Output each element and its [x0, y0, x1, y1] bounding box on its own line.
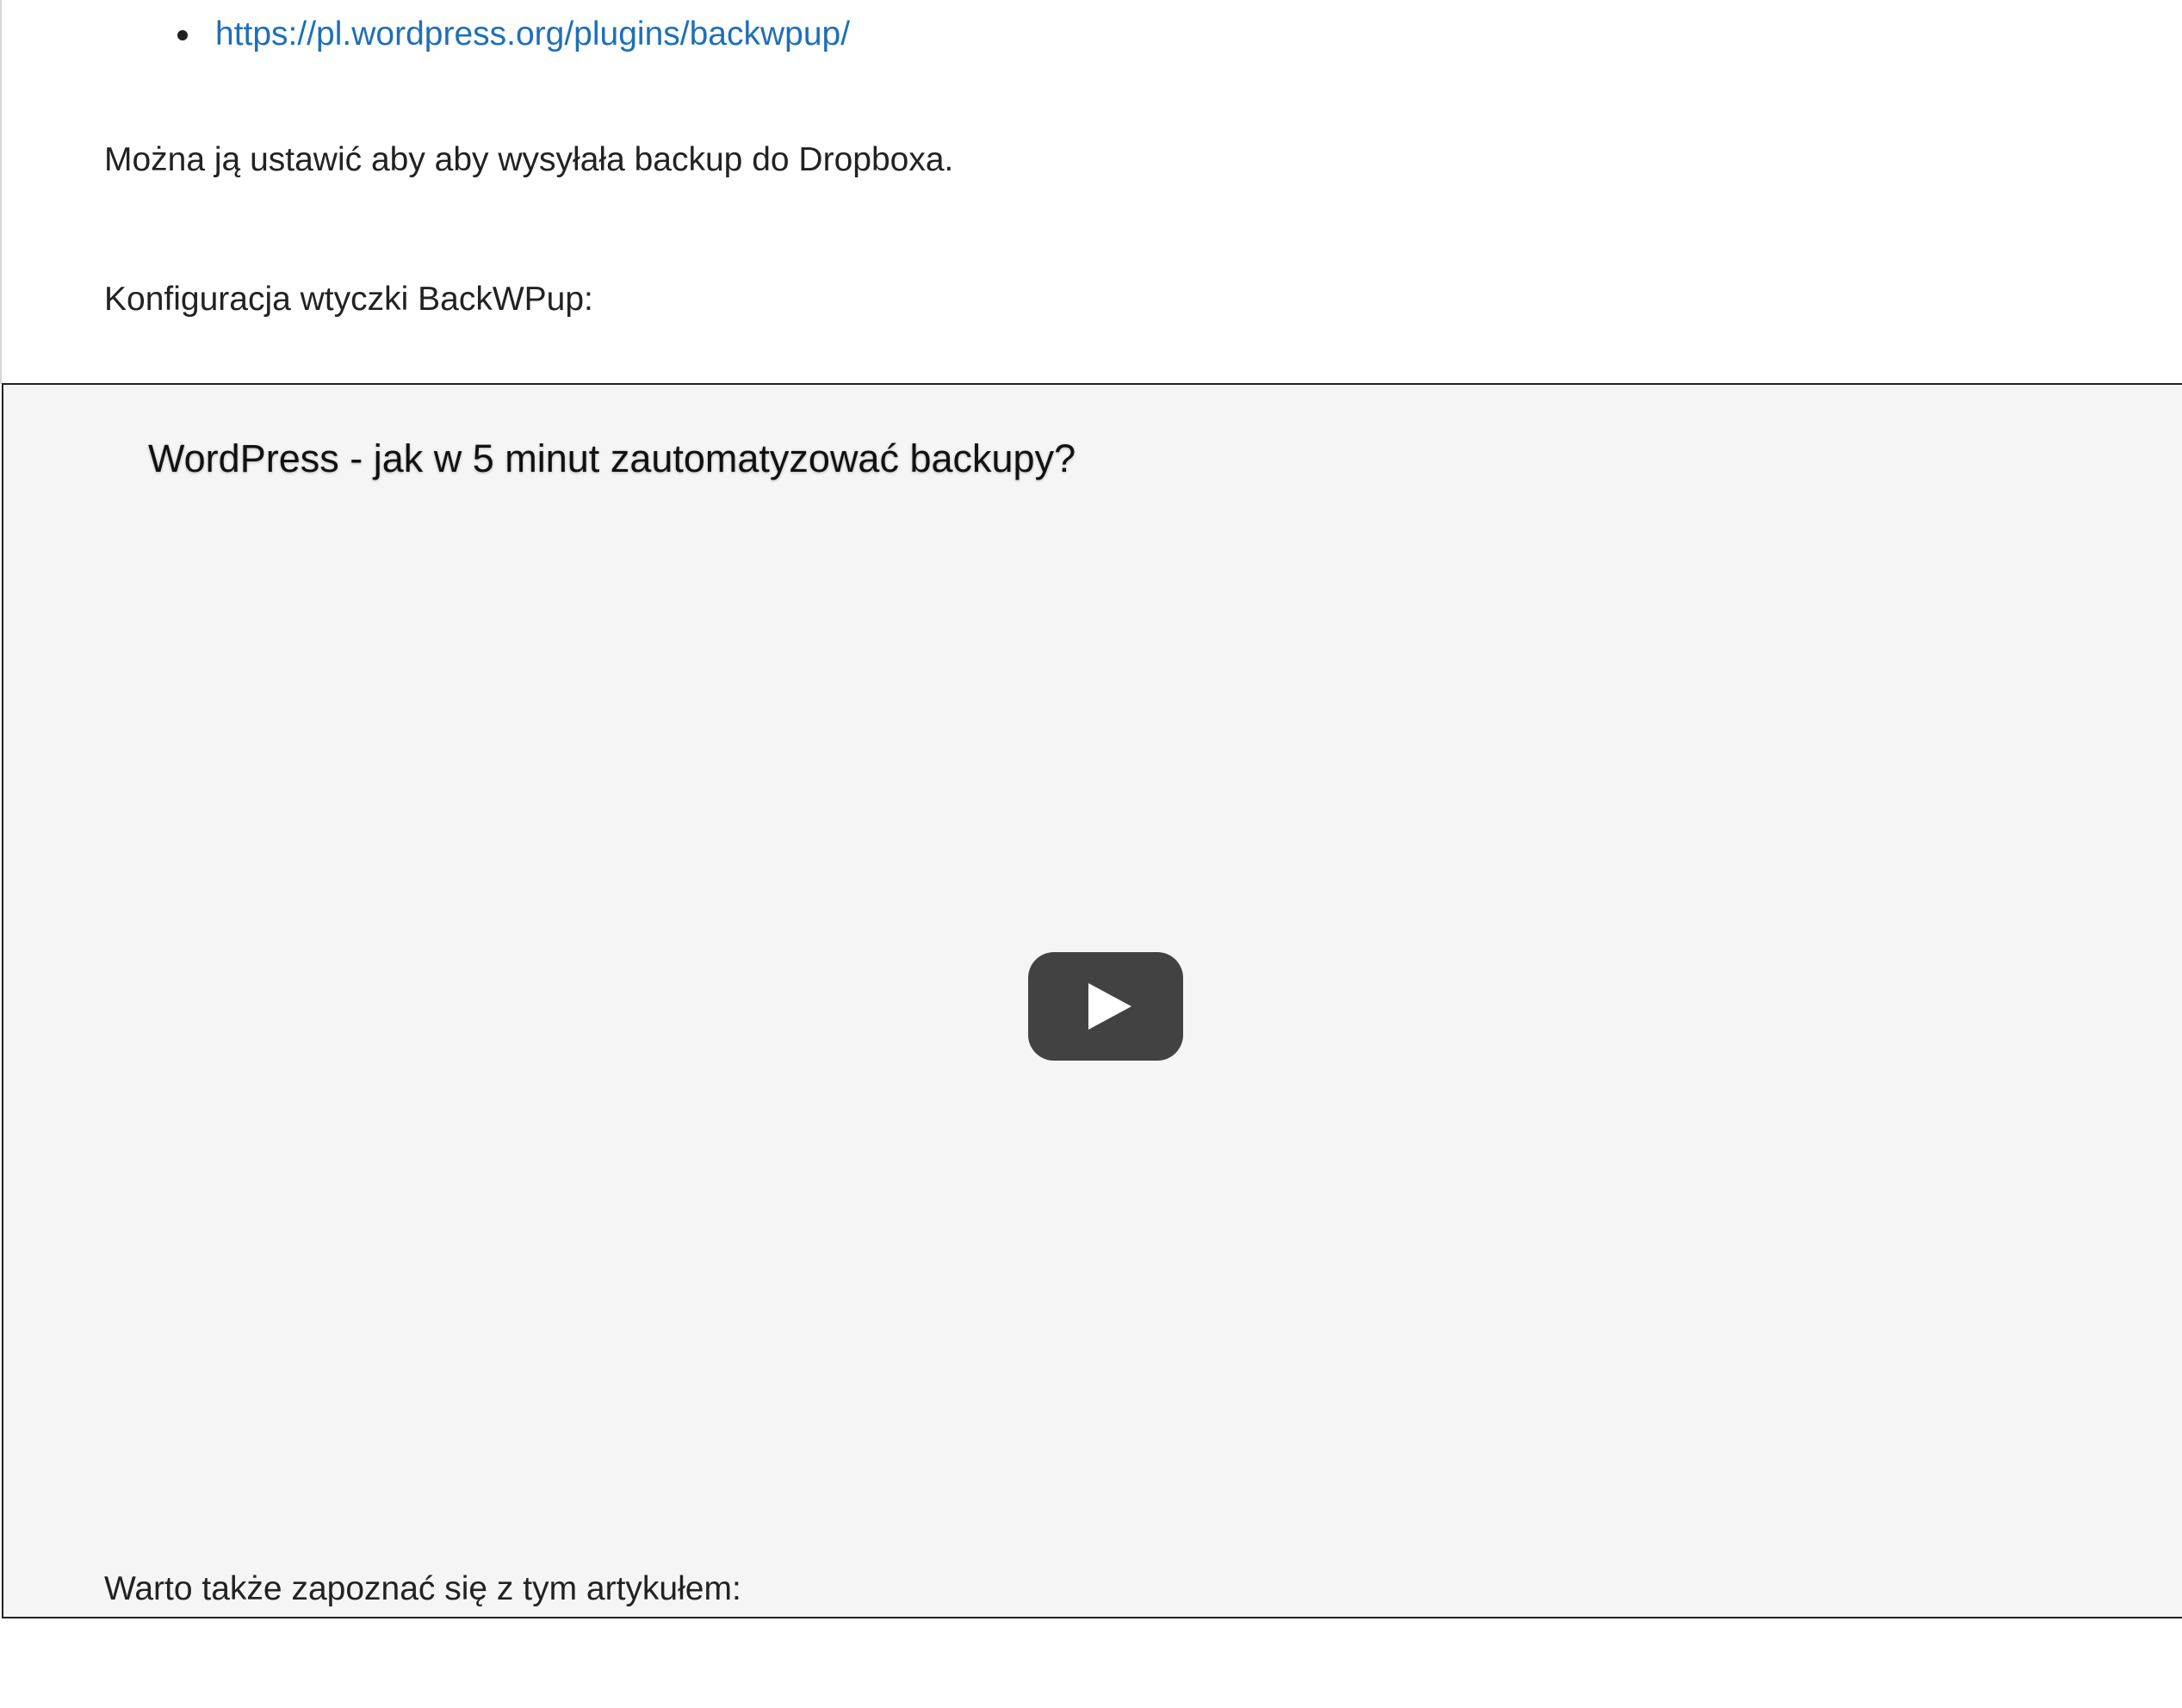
backwpup-plugin-link[interactable]: https://pl.wordpress.org/plugins/backwpu…	[215, 15, 850, 53]
play-icon	[1028, 952, 1183, 1061]
article-paragraph: Warto także zapoznać się z tym artykułem…	[104, 1570, 741, 1607]
video-embed[interactable]: WordPress - jak w 5 minut zautomatyzować…	[2, 383, 2182, 1618]
dropbox-paragraph: Można ją ustawić aby aby wysyłała backup…	[104, 141, 954, 178]
play-button[interactable]	[1026, 950, 1185, 1062]
plugin-link-list: https://pl.wordpress.org/plugins/backwpu…	[172, 7, 850, 62]
list-item: https://pl.wordpress.org/plugins/backwpu…	[172, 7, 850, 62]
config-paragraph: Konfiguracja wtyczki BackWPup:	[104, 281, 593, 318]
content-left-border	[0, 0, 2, 384]
video-title[interactable]: WordPress - jak w 5 minut zautomatyzować…	[148, 433, 1076, 485]
